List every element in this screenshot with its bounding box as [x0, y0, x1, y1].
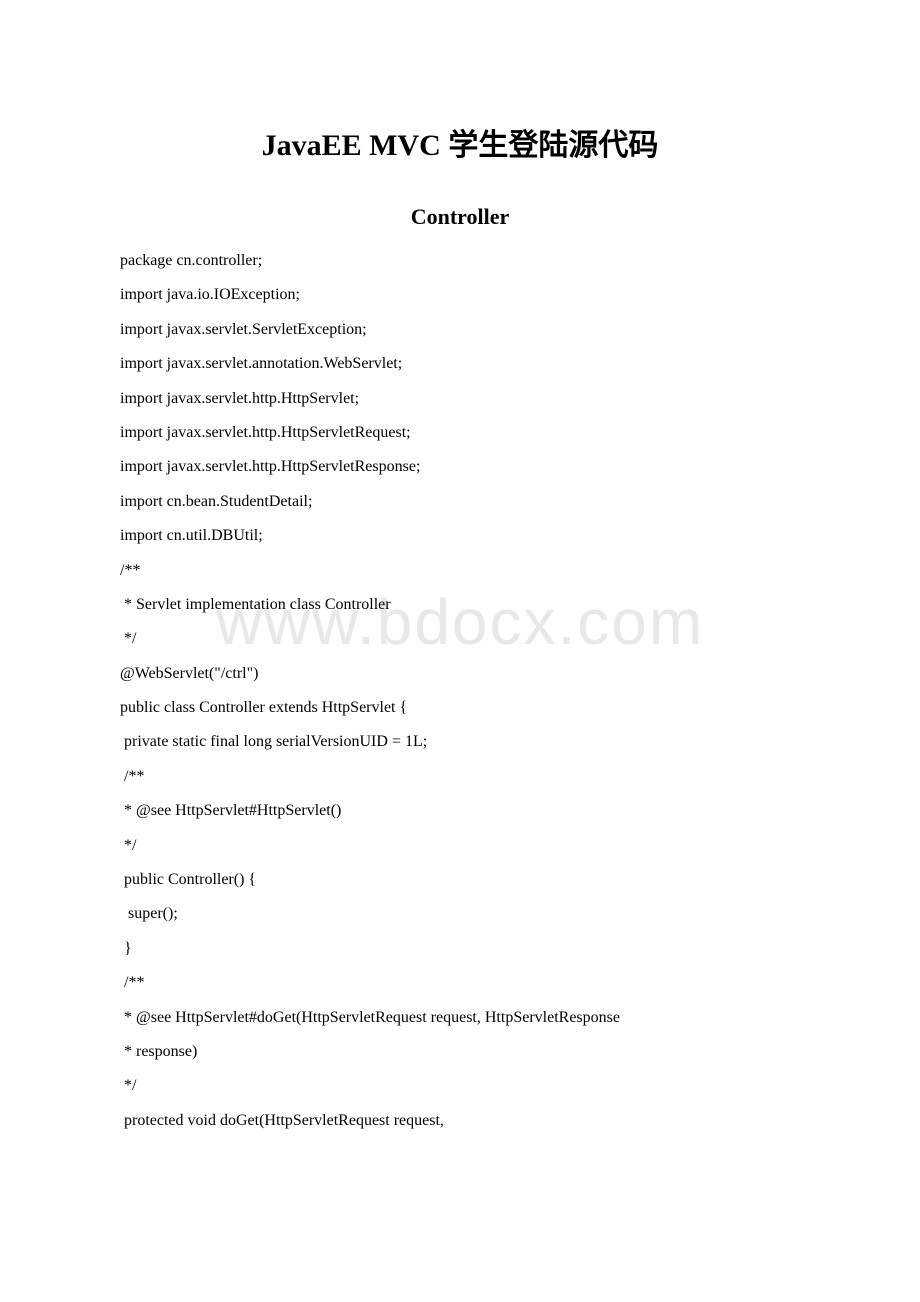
code-line: } [120, 932, 800, 966]
code-line: import cn.util.DBUtil; [120, 519, 800, 553]
code-line: import javax.servlet.http.HttpServletRes… [120, 450, 800, 484]
code-line: /** [120, 760, 800, 794]
code-line: * Servlet implementation class Controlle… [120, 588, 800, 622]
code-line: import javax.servlet.http.HttpServlet; [120, 382, 800, 416]
code-line: import java.io.IOException; [120, 278, 800, 312]
code-line: protected void doGet(HttpServletRequest … [120, 1104, 800, 1138]
code-line: * @see HttpServlet#HttpServlet() [120, 794, 800, 828]
code-line: private static final long serialVersionU… [120, 725, 800, 759]
section-subtitle: Controller [120, 204, 800, 230]
code-line: */ [120, 829, 800, 863]
code-line: */ [120, 1069, 800, 1103]
code-line: * @see HttpServlet#doGet(HttpServletRequ… [120, 1001, 800, 1035]
code-line: /** [120, 554, 800, 588]
code-line: */ [120, 622, 800, 656]
code-line: import javax.servlet.http.HttpServletReq… [120, 416, 800, 450]
code-line: public Controller() { [120, 863, 800, 897]
document-title: JavaEE MVC 学生登陆源代码 [120, 120, 800, 164]
code-line: super(); [120, 897, 800, 931]
code-line: public class Controller extends HttpServ… [120, 691, 800, 725]
document-content: JavaEE MVC 学生登陆源代码 Controller package cn… [120, 120, 800, 1138]
code-line: @WebServlet("/ctrl") [120, 657, 800, 691]
code-line: /** [120, 966, 800, 1000]
code-line: * response) [120, 1035, 800, 1069]
code-line: import javax.servlet.ServletException; [120, 313, 800, 347]
code-line: import javax.servlet.annotation.WebServl… [120, 347, 800, 381]
code-line: package cn.controller; [120, 244, 800, 278]
code-line: import cn.bean.StudentDetail; [120, 485, 800, 519]
